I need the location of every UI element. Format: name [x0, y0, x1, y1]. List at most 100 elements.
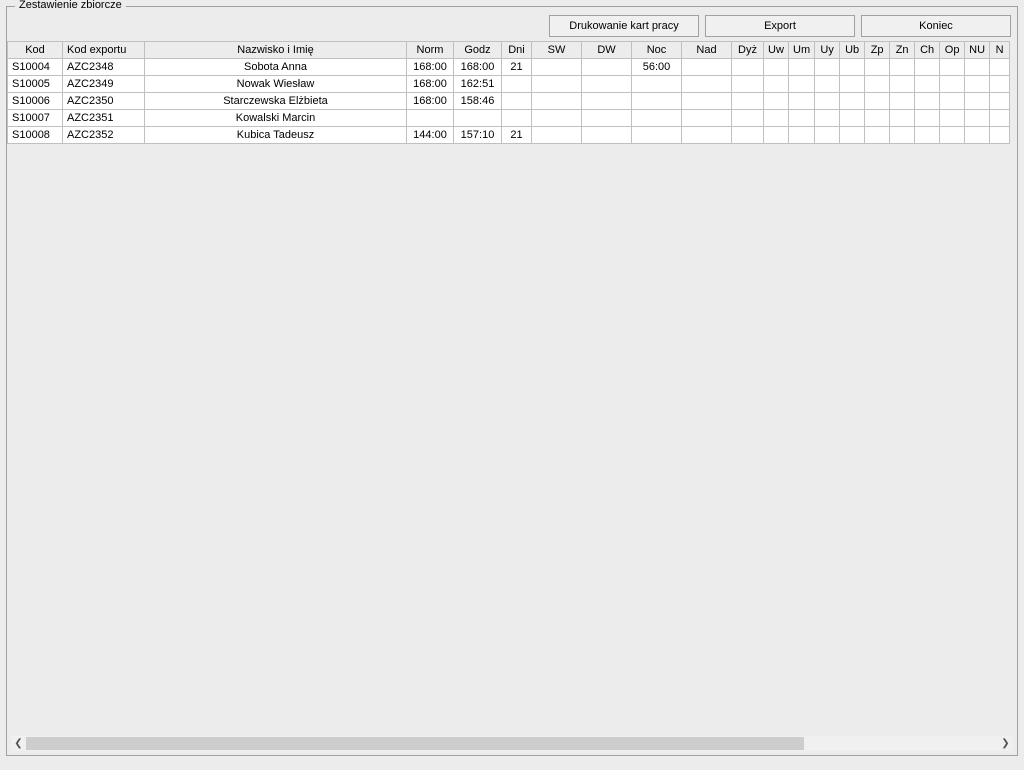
- col-sw[interactable]: SW: [532, 42, 582, 59]
- cell-zn[interactable]: [890, 110, 915, 127]
- cell-dyz[interactable]: [732, 127, 764, 144]
- col-op[interactable]: Op: [940, 42, 965, 59]
- cell-um[interactable]: [789, 127, 815, 144]
- table-row[interactable]: S10007AZC2351Kowalski Marcin: [8, 110, 1010, 127]
- cell-uw[interactable]: [764, 110, 789, 127]
- cell-ub[interactable]: [840, 110, 865, 127]
- cell-zn[interactable]: [890, 59, 915, 76]
- col-uw[interactable]: Uw: [764, 42, 789, 59]
- cell-uw[interactable]: [764, 93, 789, 110]
- cell-nad[interactable]: [682, 59, 732, 76]
- cell-dni[interactable]: [502, 110, 532, 127]
- cell-op[interactable]: [940, 93, 965, 110]
- cell-dw[interactable]: [582, 76, 632, 93]
- cell-sw[interactable]: [532, 93, 582, 110]
- cell-op[interactable]: [940, 76, 965, 93]
- cell-sw[interactable]: [532, 110, 582, 127]
- cell-nad[interactable]: [682, 93, 732, 110]
- cell-zn[interactable]: [890, 93, 915, 110]
- export-button[interactable]: Export: [705, 15, 855, 37]
- cell-dyz[interactable]: [732, 110, 764, 127]
- print-cards-button[interactable]: Drukowanie kart pracy: [549, 15, 699, 37]
- cell-kod[interactable]: S10005: [8, 76, 63, 93]
- cell-n[interactable]: [990, 110, 1010, 127]
- cell-dni[interactable]: [502, 76, 532, 93]
- cell-zp[interactable]: [865, 127, 890, 144]
- cell-name[interactable]: Sobota Anna: [145, 59, 407, 76]
- summary-table[interactable]: Kod Kod exportu Nazwisko i Imię Norm God…: [7, 41, 1010, 144]
- col-noc[interactable]: Noc: [632, 42, 682, 59]
- cell-n[interactable]: [990, 93, 1010, 110]
- cell-kod[interactable]: S10006: [8, 93, 63, 110]
- cell-godz[interactable]: 157:10: [454, 127, 502, 144]
- cell-ch[interactable]: [915, 127, 940, 144]
- cell-dw[interactable]: [582, 59, 632, 76]
- cell-nad[interactable]: [682, 110, 732, 127]
- cell-uy[interactable]: [815, 93, 840, 110]
- cell-uy[interactable]: [815, 59, 840, 76]
- cell-dyz[interactable]: [732, 93, 764, 110]
- col-n[interactable]: N: [990, 42, 1010, 59]
- cell-nu[interactable]: [965, 59, 990, 76]
- cell-ub[interactable]: [840, 59, 865, 76]
- cell-ch[interactable]: [915, 93, 940, 110]
- cell-nu[interactable]: [965, 76, 990, 93]
- cell-godz[interactable]: 158:46: [454, 93, 502, 110]
- cell-zp[interactable]: [865, 110, 890, 127]
- col-export[interactable]: Kod exportu: [63, 42, 145, 59]
- cell-name[interactable]: Starczewska Elżbieta: [145, 93, 407, 110]
- cell-godz[interactable]: 162:51: [454, 76, 502, 93]
- cell-export[interactable]: AZC2348: [63, 59, 145, 76]
- cell-uw[interactable]: [764, 76, 789, 93]
- cell-uw[interactable]: [764, 59, 789, 76]
- table-row[interactable]: S10006AZC2350Starczewska Elżbieta168:001…: [8, 93, 1010, 110]
- cell-op[interactable]: [940, 110, 965, 127]
- cell-norm[interactable]: 168:00: [407, 76, 454, 93]
- cell-nad[interactable]: [682, 76, 732, 93]
- cell-dw[interactable]: [582, 127, 632, 144]
- col-nad[interactable]: Nad: [682, 42, 732, 59]
- col-nu[interactable]: NU: [965, 42, 990, 59]
- cell-ch[interactable]: [915, 76, 940, 93]
- close-button[interactable]: Koniec: [861, 15, 1011, 37]
- table-row[interactable]: S10004AZC2348Sobota Anna168:00168:002156…: [8, 59, 1010, 76]
- cell-ub[interactable]: [840, 93, 865, 110]
- cell-name[interactable]: Kubica Tadeusz: [145, 127, 407, 144]
- cell-um[interactable]: [789, 110, 815, 127]
- col-dni[interactable]: Dni: [502, 42, 532, 59]
- cell-nu[interactable]: [965, 93, 990, 110]
- cell-dyz[interactable]: [732, 76, 764, 93]
- cell-um[interactable]: [789, 93, 815, 110]
- cell-norm[interactable]: [407, 110, 454, 127]
- scroll-left-arrow-icon[interactable]: ❮: [11, 736, 26, 751]
- cell-export[interactable]: AZC2349: [63, 76, 145, 93]
- col-norm[interactable]: Norm: [407, 42, 454, 59]
- cell-uy[interactable]: [815, 110, 840, 127]
- col-godz[interactable]: Godz: [454, 42, 502, 59]
- cell-export[interactable]: AZC2350: [63, 93, 145, 110]
- cell-name[interactable]: Kowalski Marcin: [145, 110, 407, 127]
- cell-sw[interactable]: [532, 127, 582, 144]
- cell-um[interactable]: [789, 59, 815, 76]
- cell-ch[interactable]: [915, 59, 940, 76]
- scroll-thumb[interactable]: [26, 737, 804, 750]
- table-row[interactable]: S10005AZC2349Nowak Wiesław168:00162:51: [8, 76, 1010, 93]
- cell-export[interactable]: AZC2351: [63, 110, 145, 127]
- cell-zp[interactable]: [865, 59, 890, 76]
- cell-dyz[interactable]: [732, 59, 764, 76]
- cell-nu[interactable]: [965, 127, 990, 144]
- cell-dni[interactable]: 21: [502, 59, 532, 76]
- cell-name[interactable]: Nowak Wiesław: [145, 76, 407, 93]
- cell-kod[interactable]: S10008: [8, 127, 63, 144]
- cell-norm[interactable]: 168:00: [407, 93, 454, 110]
- col-dyz[interactable]: Dyż: [732, 42, 764, 59]
- cell-zn[interactable]: [890, 127, 915, 144]
- cell-noc[interactable]: [632, 93, 682, 110]
- cell-norm[interactable]: 168:00: [407, 59, 454, 76]
- col-zp[interactable]: Zp: [865, 42, 890, 59]
- cell-dni[interactable]: 21: [502, 127, 532, 144]
- cell-nu[interactable]: [965, 110, 990, 127]
- col-name[interactable]: Nazwisko i Imię: [145, 42, 407, 59]
- cell-zp[interactable]: [865, 76, 890, 93]
- cell-op[interactable]: [940, 127, 965, 144]
